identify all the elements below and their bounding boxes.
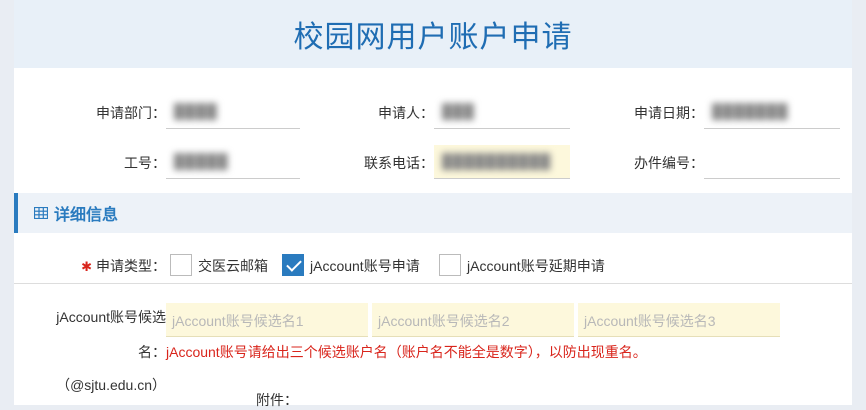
- section-title: 详细信息: [54, 207, 119, 224]
- phone-value: ██████████: [442, 153, 552, 169]
- applicant-field[interactable]: ███: [434, 95, 570, 129]
- jaccount-candidate-2-input[interactable]: jAccount账号候选名2: [372, 303, 574, 337]
- candidate-3-placeholder: jAccount账号候选名3: [584, 313, 716, 329]
- attachment-label: 附件：: [256, 392, 298, 408]
- date-label: 申请日期：: [634, 105, 704, 121]
- job-no-field[interactable]: █████: [166, 145, 300, 179]
- job-no-label: 工号：: [124, 155, 166, 171]
- form-row-1: 申请部门： ████ 申请人： ███ 申请日期： ███████: [14, 95, 852, 129]
- job-no-value: █████: [174, 153, 229, 169]
- jaccount-candidate-3-input[interactable]: jAccount账号候选名3: [578, 303, 780, 337]
- jaccount-label-line3: （@sjtu.edu.cn）: [56, 377, 166, 393]
- phone-field[interactable]: ██████████: [434, 145, 570, 179]
- jaccount-hint-text: jAccount账号请给出三个候选账户名（账户名不能全是数字），以防出现重名。: [166, 344, 647, 360]
- option-email-label[interactable]: 交医云邮箱: [198, 256, 268, 276]
- candidate-1-placeholder: jAccount账号候选名1: [172, 313, 304, 329]
- application-form-page: 校园网用户账户申请 申请部门： ████ 申请人： ███ 申请日期： ████…: [14, 0, 852, 408]
- page-header: 校园网用户账户申请: [14, 0, 852, 68]
- department-label: 申请部门：: [96, 105, 166, 121]
- apply-type-row: ✱ 申请类型： 交医云邮箱 jAccount账号申请 jAccount账号延期申请: [14, 248, 852, 284]
- detail-section-header: 详细信息: [14, 193, 852, 233]
- date-field[interactable]: ███████: [704, 95, 840, 129]
- case-no-label: 办件编号：: [634, 155, 704, 171]
- jaccount-candidate-1-input[interactable]: jAccount账号候选名1: [166, 303, 368, 337]
- department-field[interactable]: ████: [166, 95, 300, 129]
- page-title: 校园网用户账户申请: [293, 21, 573, 54]
- apply-type-label: 申请类型：: [96, 258, 166, 274]
- applicant-label: 申请人：: [378, 105, 434, 121]
- checkbox-email[interactable]: [170, 254, 192, 276]
- apply-type-label-wrap: ✱ 申请类型：: [64, 256, 166, 276]
- option-jaccount-apply-label[interactable]: jAccount账号申请: [310, 256, 420, 276]
- phone-label: 联系电话：: [364, 155, 434, 171]
- form-row-2: 工号： █████ 联系电话： ██████████ 办件编号：: [14, 145, 852, 179]
- table-icon: [34, 207, 48, 219]
- option-jaccount-extend-label[interactable]: jAccount账号延期申请: [467, 256, 605, 276]
- checkbox-jaccount-extend[interactable]: [439, 254, 461, 276]
- department-value: ████: [174, 103, 218, 119]
- jaccount-label-line2: 名：: [138, 344, 166, 360]
- jaccount-label-line1: jAccount账号候选: [56, 309, 166, 325]
- candidate-2-placeholder: jAccount账号候选名2: [378, 313, 510, 329]
- date-value: ███████: [712, 103, 789, 119]
- applicant-value: ███: [442, 103, 475, 119]
- checkbox-jaccount-apply[interactable]: [282, 254, 304, 276]
- case-no-field[interactable]: [704, 145, 840, 179]
- required-star-icon: ✱: [81, 259, 92, 274]
